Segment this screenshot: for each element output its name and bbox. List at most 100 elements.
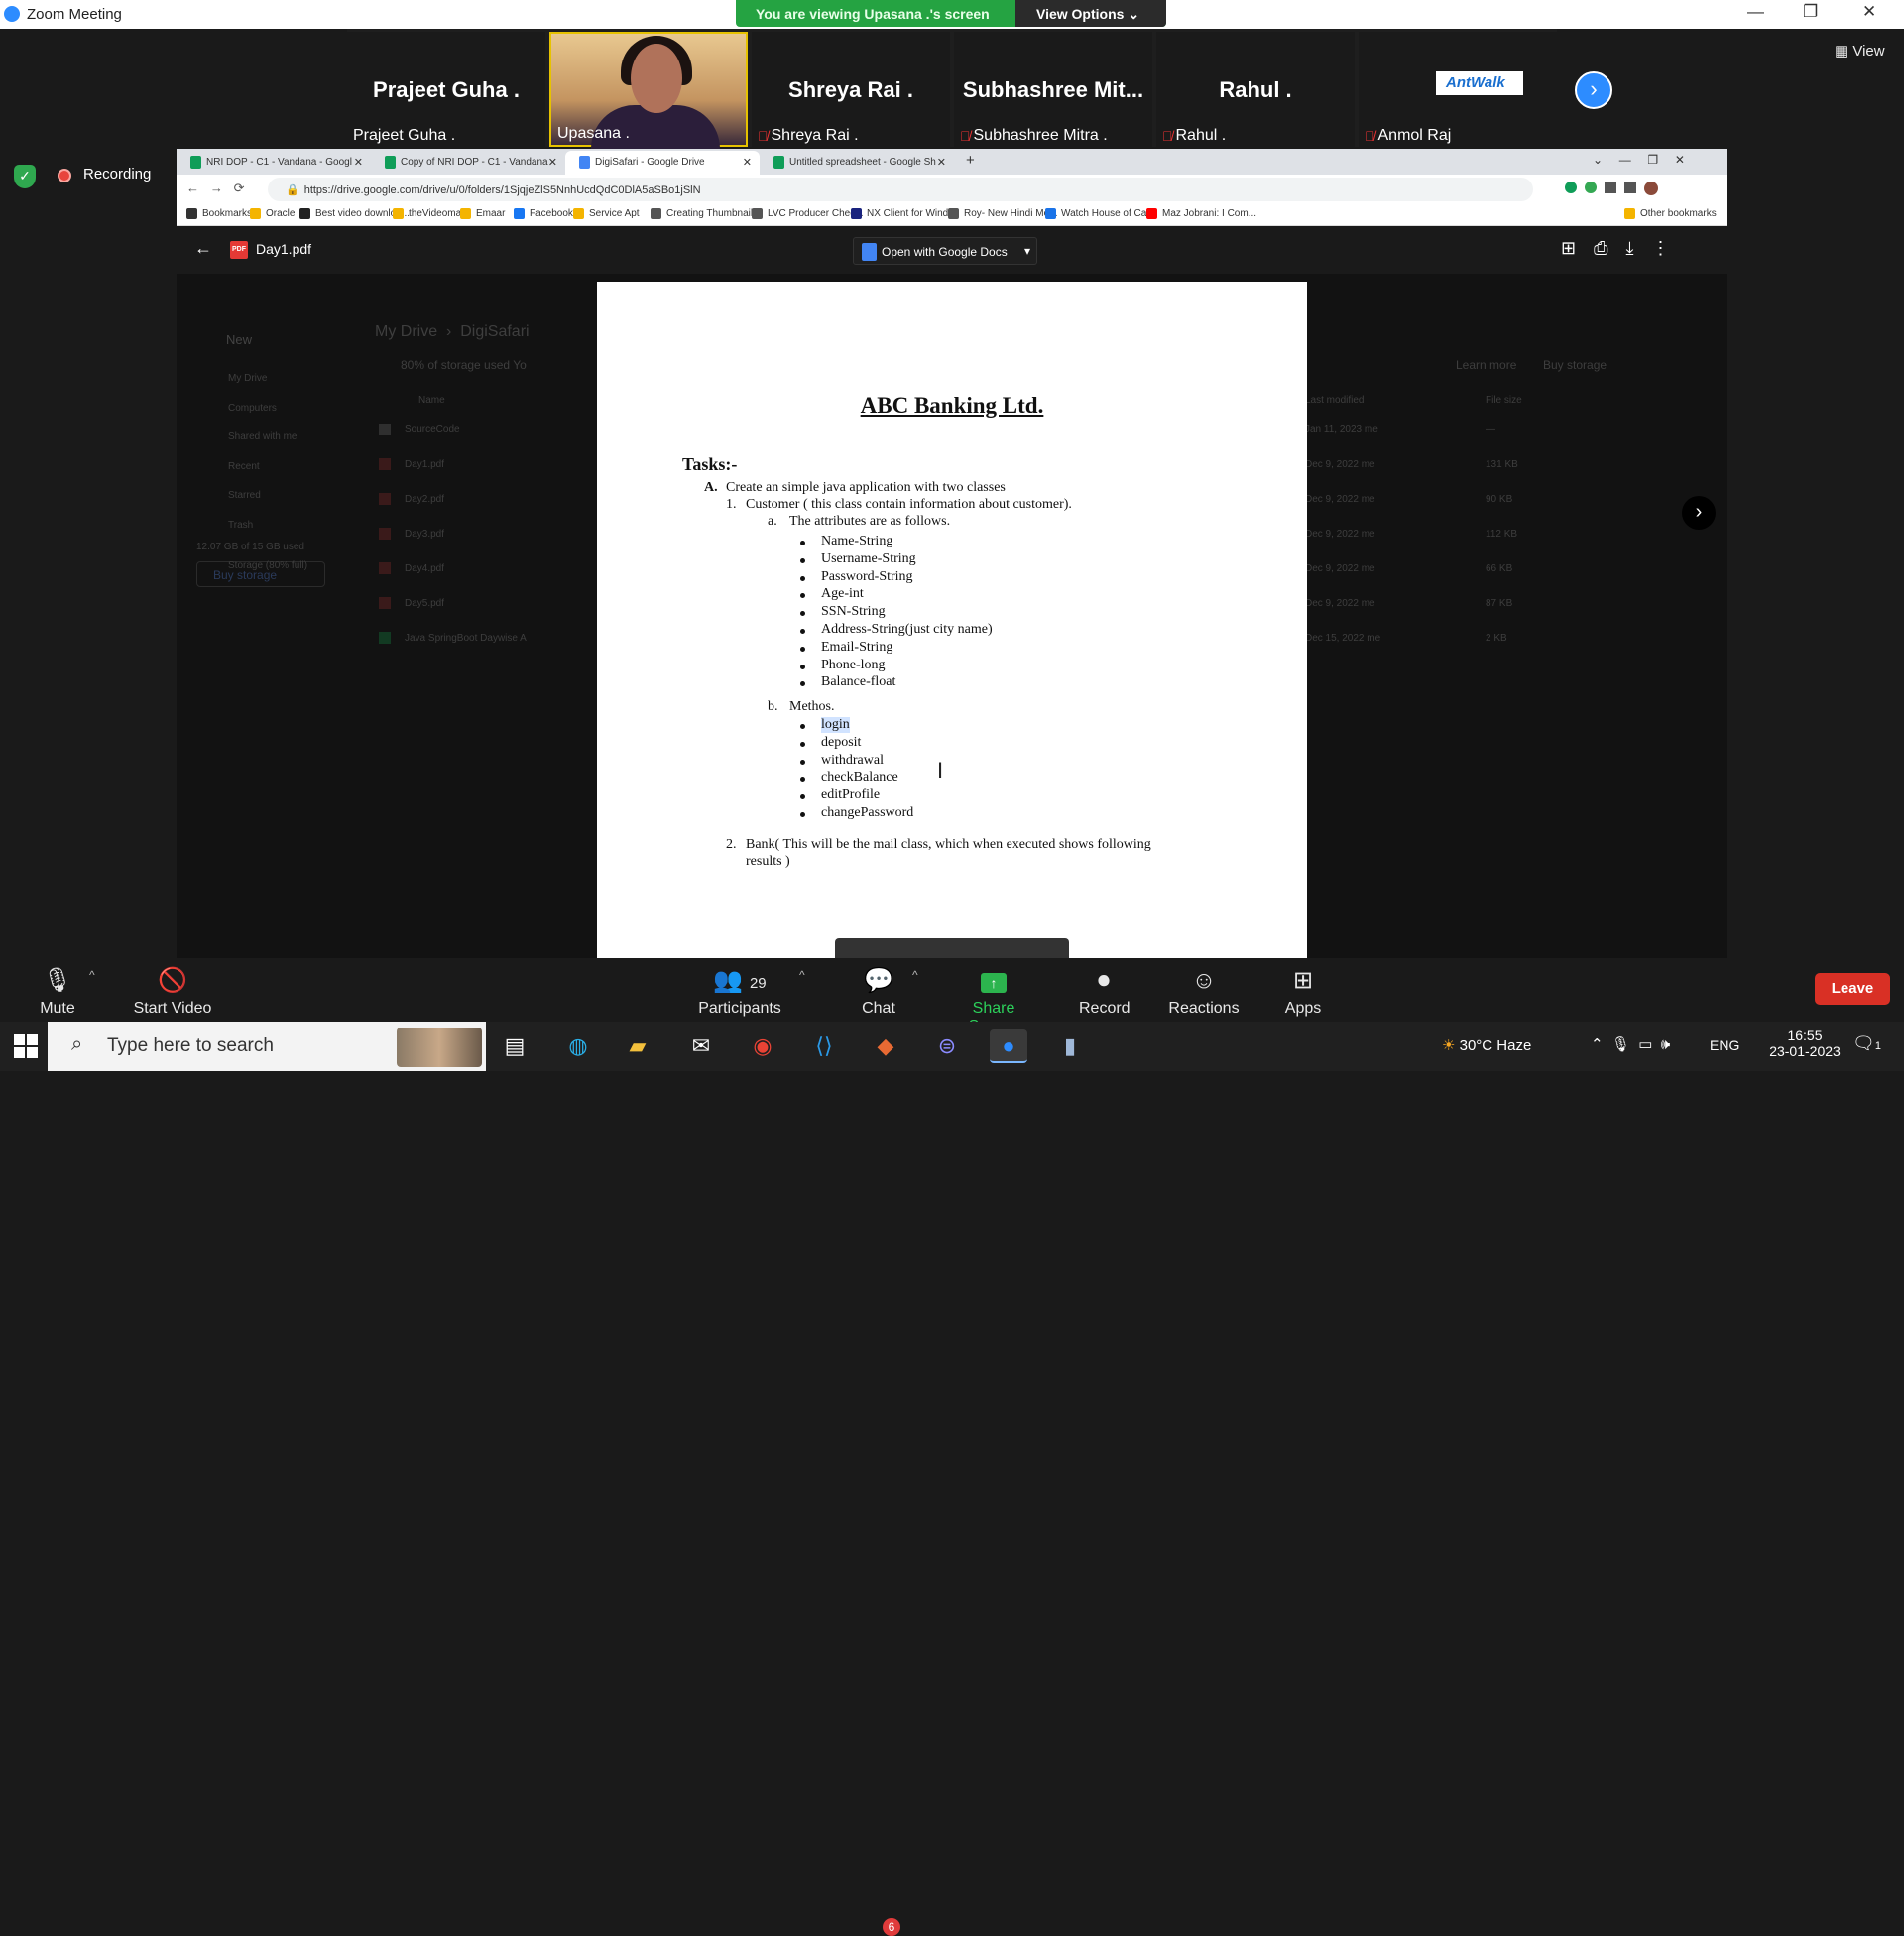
breadcrumb[interactable]: My Drive › DigiSafari [375, 323, 530, 341]
browser-tab[interactable]: Copy of NRI DOP - C1 - Vandana ✕ [371, 151, 565, 175]
participant-tile[interactable]: Rahul . 🎙̸ Rahul . [1156, 32, 1355, 147]
pdf-page-controls[interactable] [835, 938, 1069, 958]
column-header-size[interactable]: File size [1486, 395, 1522, 406]
pdf-actions[interactable]: ⊞⎙⤓⋮ [1561, 238, 1687, 259]
vscode-icon[interactable]: ⟨⟩ [805, 1029, 843, 1063]
participant-tile[interactable]: Shreya Rai . 🎙̸ Shreya Rai . [752, 32, 950, 147]
participants-options-caret[interactable]: ^ [799, 968, 805, 982]
bookmark-item[interactable]: theVideomate [393, 208, 470, 219]
drive-nav-item[interactable]: Starred [228, 490, 261, 501]
new-tab-button[interactable]: + [966, 152, 975, 169]
start-video-button[interactable]: 🚫 Start Video [129, 958, 216, 1018]
encryption-shield-icon[interactable]: ✓ [14, 165, 36, 188]
mail-icon[interactable]: ✉ [682, 1029, 720, 1063]
bullet [800, 741, 805, 747]
column-header-modified[interactable]: Last modified [1305, 395, 1364, 406]
participant-tile[interactable]: Prajeet Guha . Prajeet Guha . [347, 32, 545, 147]
url-input[interactable]: 🔒 https://drive.google.com/drive/u/0/fold… [268, 178, 1533, 201]
file-name[interactable]: Day3.pdf [405, 529, 444, 540]
browser-tab[interactable]: Untitled spreadsheet - Google Sh ✕ [760, 151, 954, 175]
browser-window-controls[interactable]: ⌄ — ❐ ✕ [1593, 153, 1685, 167]
participant-tile[interactable]: Subhashree Mit... 🎙̸ Subhashree Mitra . [954, 32, 1152, 147]
drive-nav-item[interactable]: Recent [228, 461, 260, 472]
chat-button[interactable]: 💬 Chat [857, 958, 900, 1018]
view-options-button[interactable]: View Options ⌄ [1015, 0, 1166, 27]
reactions-button[interactable]: ☺ Reactions [1168, 958, 1240, 1018]
zoom-taskbar-icon[interactable]: ● [990, 1029, 1027, 1063]
bookmark-item[interactable]: Facebook [514, 208, 573, 219]
bookmark-item[interactable]: Oracle [250, 208, 295, 219]
participant-tile-active-speaker[interactable]: Upasana . [549, 32, 748, 149]
bookmark-label: Facebook [530, 208, 573, 219]
bookmark-item[interactable]: NX Client for Wind... [851, 208, 957, 219]
bookmark-item[interactable]: Roy- New Hindi Mo... [948, 208, 1057, 219]
close-button[interactable]: ✕ [1862, 2, 1876, 22]
restore-button[interactable]: ❐ [1803, 2, 1818, 22]
file-name[interactable]: Day4.pdf [405, 563, 444, 574]
minimize-button[interactable]: — [1747, 2, 1764, 22]
open-with-google-docs-button[interactable]: Open with Google Docs ▾ [853, 237, 1037, 265]
bookmark-item[interactable]: Watch House of Ca... [1045, 208, 1155, 219]
nav-buttons[interactable]: ← → ⟳ [186, 181, 245, 196]
participant-tile[interactable]: AntWalk 🎙̸ Anmol Raj [1359, 32, 1557, 147]
attribute-item: SSN-String [821, 604, 886, 620]
file-name[interactable]: Java SpringBoot Daywise A [405, 633, 527, 644]
chat-options-caret[interactable]: ^ [912, 968, 918, 982]
bookmark-item[interactable]: Bookmarks [186, 208, 252, 219]
system-tray-icons[interactable]: ⌃ 🎙 ▭ 🕪 [1591, 1035, 1670, 1053]
mute-button[interactable]: 🎙 Mute [32, 958, 83, 1018]
notification-icon[interactable]: 🗨1 [1852, 1033, 1881, 1054]
file-explorer-icon[interactable]: ▰ [619, 1029, 656, 1063]
new-button[interactable]: New [226, 332, 252, 347]
column-header-name[interactable]: Name [418, 395, 445, 406]
apps-button[interactable]: ⊞ Apps [1283, 958, 1323, 1018]
weather-widget[interactable]: ☀ 30°C Haze [1442, 1036, 1531, 1054]
learn-more-link[interactable]: Learn more [1456, 358, 1516, 372]
pdf-page: ABC Banking Ltd. Tasks:- A. Create an si… [597, 282, 1307, 958]
browser-tab-active[interactable]: DigiSafari - Google Drive ✕ [565, 151, 760, 175]
bookmark-label: Service Apt [589, 208, 640, 219]
taskbar-search-input[interactable]: ⌕ Type here to search [48, 1022, 486, 1071]
browser-tab[interactable]: NRI DOP - C1 - Vandana - Googl ✕ [177, 151, 371, 175]
drive-nav-item[interactable]: Shared with me [228, 431, 297, 442]
bookmark-item[interactable]: Emaar [460, 208, 505, 219]
bookmark-item[interactable]: Maz Jobrani: I Com... [1146, 208, 1256, 219]
view-layout-button[interactable]: ▦ View [1835, 42, 1885, 60]
file-name[interactable]: Day2.pdf [405, 494, 444, 505]
language-indicator[interactable]: ENG [1710, 1037, 1739, 1053]
recording-icon [58, 169, 71, 182]
method-item: editProfile [821, 787, 881, 803]
chrome-icon[interactable]: ◉ [744, 1029, 781, 1063]
task-view-icon[interactable]: ▤ [496, 1029, 534, 1063]
participants-button[interactable]: 👥 29 Participants [694, 958, 785, 1018]
bookmark-item[interactable]: Service Apt [573, 208, 640, 219]
pdf-file-icon: PDF [230, 241, 248, 259]
back-arrow-icon[interactable]: ← [194, 238, 212, 259]
git-icon[interactable]: ◆ [867, 1029, 904, 1063]
file-name[interactable]: SourceCode [405, 424, 460, 435]
bookmark-item[interactable]: LVC Producer Chec... [752, 208, 864, 219]
file-icon [379, 424, 391, 435]
other-bookmarks[interactable]: Other bookmarks [1624, 208, 1717, 219]
clock[interactable]: 16:55 23-01-2023 [1769, 1028, 1841, 1059]
windows-taskbar: ⌕ Type here to search ▤ ◍ ▰ ✉ ◉ ⟨⟩ ◆ ⊜ ●… [0, 1022, 1904, 1071]
drive-nav-item[interactable]: Computers [228, 403, 277, 414]
lock-icon: 🔒 [286, 184, 299, 196]
record-button[interactable]: ⏺ Record [1079, 958, 1130, 1018]
bookmark-item[interactable]: Creating Thumbnail... [651, 208, 761, 219]
database-icon[interactable]: ▮ [1051, 1029, 1089, 1063]
windows-start-button[interactable] [14, 1034, 38, 1058]
drive-nav-item[interactable]: Trash [228, 520, 253, 531]
drive-nav-item[interactable]: My Drive [228, 373, 267, 384]
next-page-button[interactable]: › [1575, 71, 1612, 109]
buy-storage-link[interactable]: Buy storage [1543, 358, 1606, 372]
file-name[interactable]: Day1.pdf [405, 459, 444, 470]
audio-options-caret[interactable]: ^ [89, 968, 95, 982]
extension-icons[interactable] [1565, 182, 1658, 195]
edge-icon[interactable]: ◍ [559, 1029, 597, 1063]
eclipse-icon[interactable]: ⊜ [928, 1029, 966, 1063]
file-name[interactable]: Day5.pdf [405, 598, 444, 609]
next-file-button[interactable]: › [1682, 496, 1716, 530]
leave-button[interactable]: Leave [1815, 973, 1890, 1005]
drive-nav-item[interactable]: Storage (80% full) [228, 560, 307, 571]
